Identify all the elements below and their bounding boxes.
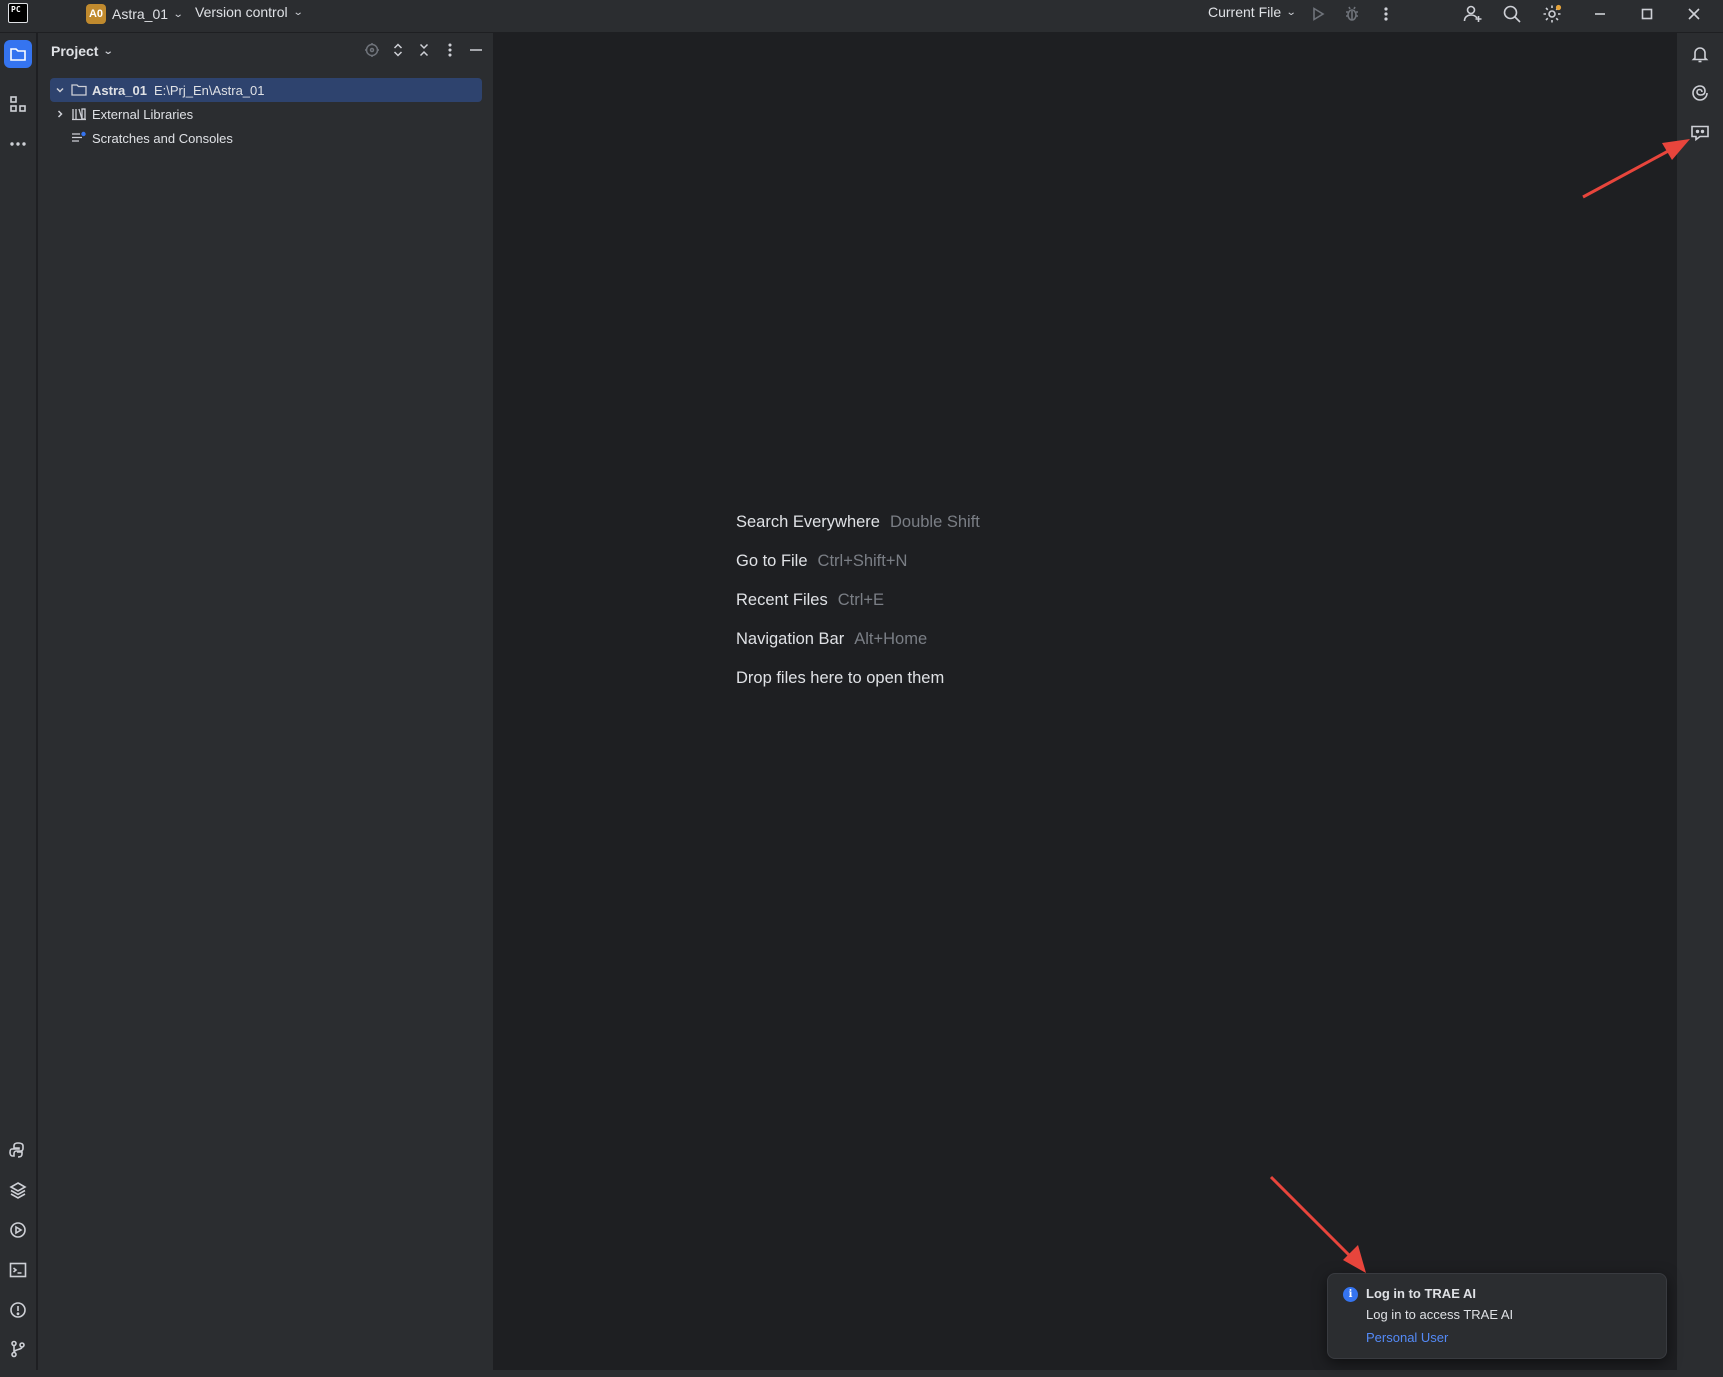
external-libraries-label: External Libraries — [92, 106, 194, 122]
hide-panel-icon[interactable] — [467, 41, 485, 59]
scratches-icon — [70, 130, 88, 146]
folder-icon — [70, 82, 88, 98]
chevron-down-icon: ⌄ — [172, 8, 184, 20]
minimize-window-icon[interactable] — [1586, 0, 1614, 28]
editor-empty-hints: Search Everywhere Double Shift Go to Fil… — [736, 503, 980, 698]
run-config-selector[interactable]: Current File ⌄ — [1208, 0, 1297, 24]
hint-shortcut: Alt+Home — [854, 630, 928, 648]
tree-item-scratches[interactable]: Scratches and Consoles — [50, 126, 482, 150]
hint-label: Search Everywhere — [736, 513, 880, 531]
status-bar — [0, 1370, 1723, 1377]
settings-gear-icon[interactable] — [1538, 0, 1566, 28]
expand-all-icon[interactable] — [389, 41, 407, 59]
version-control-menu[interactable]: Version control ⌄ — [195, 0, 304, 24]
run-icon[interactable] — [1304, 0, 1332, 28]
hint-shortcut: Ctrl+E — [837, 591, 885, 609]
hint-label: Drop files here to open them — [736, 669, 945, 687]
locate-file-icon[interactable] — [363, 41, 381, 59]
tree-item-external-libraries[interactable]: External Libraries — [50, 102, 482, 126]
notification-title: Log in to TRAE AI — [1366, 1286, 1476, 1301]
hint-search-everywhere: Search Everywhere Double Shift — [736, 503, 980, 542]
ai-assistant-spiral-icon[interactable] — [1687, 80, 1713, 106]
chevron-down-icon: ⌄ — [1285, 6, 1297, 18]
project-root-name: Astra_01 — [92, 82, 147, 98]
layers-icon[interactable] — [4, 1176, 32, 1204]
more-tools-icon[interactable] — [4, 130, 32, 158]
right-tool-stripe — [1676, 33, 1723, 1370]
notifications-bell-icon[interactable] — [1687, 41, 1713, 67]
project-tool-folder-icon[interactable] — [4, 40, 32, 68]
collapse-all-icon[interactable] — [415, 41, 433, 59]
hint-shortcut: Ctrl+Shift+N — [817, 552, 908, 570]
search-icon[interactable] — [1498, 0, 1526, 28]
panel-options-icon[interactable] — [441, 41, 459, 59]
project-panel-toolbar — [363, 41, 485, 59]
project-root-path: E:\Prj_En\Astra_01 — [153, 82, 265, 98]
project-badge: A0 — [86, 4, 106, 24]
pycharm-logo-icon: PC — [8, 3, 28, 23]
logo-text: PC — [11, 5, 21, 14]
info-icon: i — [1343, 1287, 1358, 1302]
close-window-icon[interactable] — [1680, 0, 1708, 28]
personal-user-link[interactable]: Personal User — [1366, 1330, 1448, 1345]
structure-icon[interactable] — [4, 90, 32, 118]
hint-label: Recent Files — [736, 591, 828, 609]
tree-item-root-project[interactable]: Astra_01 E:\Prj_En\Astra_01 — [50, 78, 482, 102]
notification-body: Log in to access TRAE AI — [1366, 1307, 1514, 1322]
hint-shortcut: Double Shift — [889, 513, 980, 531]
project-selector[interactable]: A0 Astra_01 ⌄ — [86, 2, 184, 26]
debug-icon[interactable] — [1338, 0, 1366, 28]
chevron-down-icon[interactable] — [52, 85, 68, 95]
project-panel: Project ⌄ Astra_01 E:\Prj_En\Astra_01 Ex… — [38, 33, 494, 1370]
version-control-label: Version control — [195, 4, 288, 20]
editor-area[interactable]: Search Everywhere Double Shift Go to Fil… — [495, 33, 1675, 1370]
project-tree: Astra_01 E:\Prj_En\Astra_01 External Lib… — [50, 78, 482, 150]
terminal-icon[interactable] — [4, 1256, 32, 1284]
run-config-label: Current File — [1208, 4, 1282, 20]
services-run-icon[interactable] — [4, 1216, 32, 1244]
hint-label: Go to File — [736, 552, 808, 570]
hint-go-to-file: Go to File Ctrl+Shift+N — [736, 542, 980, 581]
hint-navigation-bar: Navigation Bar Alt+Home — [736, 620, 980, 659]
git-branch-icon[interactable] — [4, 1335, 32, 1363]
scratches-label: Scratches and Consoles — [92, 130, 233, 146]
more-actions-icon[interactable] — [1372, 0, 1400, 28]
trae-ai-chat-icon[interactable] — [1687, 120, 1713, 146]
title-bar: PC A0 Astra_01 ⌄ Version control ⌄ Curre… — [0, 0, 1723, 33]
python-console-icon[interactable] — [4, 1136, 32, 1164]
project-name: Astra_01 — [112, 6, 169, 22]
library-icon — [70, 106, 88, 122]
hint-drop-files: Drop files here to open them — [736, 659, 980, 698]
project-title-label: Project — [51, 43, 99, 59]
left-tool-stripe — [0, 33, 37, 1370]
chevron-right-icon[interactable] — [52, 109, 68, 119]
hint-recent-files: Recent Files Ctrl+E — [736, 581, 980, 620]
chevron-down-icon: ⌄ — [292, 6, 304, 18]
maximize-window-icon[interactable] — [1633, 0, 1661, 28]
hint-label: Navigation Bar — [736, 630, 845, 648]
add-user-icon[interactable] — [1459, 0, 1487, 28]
chevron-down-icon: ⌄ — [103, 45, 115, 57]
project-panel-title[interactable]: Project ⌄ — [51, 43, 115, 59]
problems-icon[interactable] — [4, 1296, 32, 1324]
trae-login-notification[interactable]: i Log in to TRAE AI Log in to access TRA… — [1327, 1273, 1667, 1359]
main-menu-icon[interactable] — [49, 5, 66, 19]
